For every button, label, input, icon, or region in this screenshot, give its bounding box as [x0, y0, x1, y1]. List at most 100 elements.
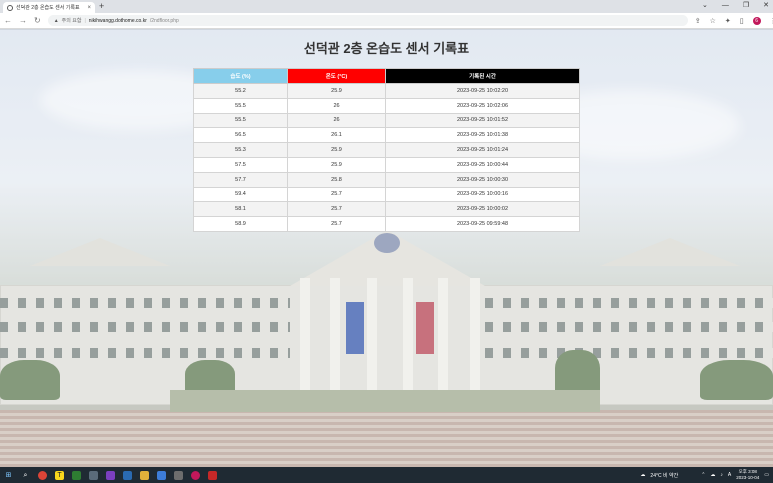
app-icon[interactable]	[89, 470, 98, 480]
reload-button[interactable]: ↻	[34, 16, 41, 26]
extensions-icon[interactable]: ✦	[725, 17, 731, 25]
humidity-cell: 55.2	[193, 83, 288, 99]
clock-date: 2023-10-04	[736, 475, 760, 480]
humidity-cell: 57.5	[193, 156, 288, 173]
weather-text[interactable]: 24°C 비 약간	[650, 472, 678, 479]
globe-icon	[7, 4, 13, 11]
app-icon[interactable]	[208, 470, 217, 480]
warning-icon[interactable]: ▲	[54, 18, 59, 24]
tray-overflow-icon[interactable]: ⌃	[701, 472, 705, 478]
table-row: 58.9 25.7 2023-09-25 09:59:48	[193, 216, 580, 232]
ime-icon[interactable]: A	[728, 472, 731, 478]
browser-tab[interactable]: 선덕관 2층 온습도 센서 기록표 ×	[3, 2, 95, 13]
back-button[interactable]: ←	[4, 16, 12, 26]
table-row: 57.5 25.9 2023-09-25 10:00:44	[193, 156, 580, 173]
humidity-cell: 59.4	[193, 186, 288, 203]
tab-search-icon[interactable]: ⌄	[702, 1, 708, 11]
network-icon[interactable]: ☁	[710, 472, 715, 478]
menu-icon[interactable]: ⋮	[770, 17, 773, 25]
table-row: 58.1 25.7 2023-09-25 10:00:02	[193, 201, 580, 218]
recorded-time-cell: 2023-09-25 10:00:44	[385, 156, 580, 173]
humidity-cell: 55.5	[193, 97, 288, 114]
humidity-cell: 55.5	[193, 112, 288, 129]
search-icon[interactable]: ⌕	[21, 471, 30, 480]
recorded-time-cell: 2023-09-25 10:01:52	[385, 112, 580, 129]
volume-icon[interactable]: ♪	[720, 472, 723, 478]
temperature-cell: 25.9	[287, 83, 386, 99]
clock[interactable]: 오후 3:08 2023-10-04	[736, 469, 759, 481]
recorded-time-header: 기록된 시간	[385, 68, 580, 84]
temperature-cell: 25.7	[287, 186, 386, 203]
temperature-cell: 25.9	[287, 142, 386, 158]
table-row: 55.5 26 2023-09-25 10:02:06	[193, 97, 580, 114]
recorded-time-cell: 2023-09-25 10:01:38	[385, 127, 580, 144]
system-tray: ☁ 24°C 비 약간 ⌃ ☁ ♪ A 오후 3:08 2023-10-04 ▭	[640, 469, 769, 481]
url-path: /2ndfloor.php	[149, 17, 179, 24]
file-explorer-icon[interactable]	[140, 470, 149, 480]
recorded-time-cell: 2023-09-25 10:00:02	[385, 201, 580, 218]
humidity-cell: 58.9	[193, 216, 288, 232]
humidity-cell: 55.3	[193, 142, 288, 158]
humidity-cell: 57.7	[193, 171, 288, 188]
sensor-table: 습도 (%) 온도 (°C) 기록된 시간 55.2 25.9 2023-09-25…	[193, 68, 580, 232]
app-icon[interactable]	[191, 470, 200, 480]
taskbar: ⊞ ⌕ T ☁ 24°C 비 약간 ⌃ ☁ ♪ A 오후 3:08 2023-1…	[0, 467, 773, 483]
security-label[interactable]: 주의 요함	[62, 17, 82, 24]
temperature-cell: 26	[287, 112, 386, 129]
weather-icon[interactable]: ☁	[640, 472, 645, 478]
window-controls: ⌄ — ❐ ✕	[702, 1, 769, 11]
table-row: 55.5 26 2023-09-25 10:01:52	[193, 112, 580, 129]
recorded-time-cell: 2023-09-25 10:02:06	[385, 97, 580, 114]
tab-strip: 선덕관 2층 온습도 센서 기록표 × + ⌄ — ❐ ✕	[0, 0, 773, 13]
kakaotalk-icon[interactable]: T	[55, 470, 64, 480]
recorded-time-cell: 2023-09-25 09:59:48	[385, 216, 580, 232]
share-icon[interactable]: ⇪	[695, 17, 701, 25]
chrome-icon[interactable]	[38, 470, 47, 480]
tab-title: 선덕관 2층 온습도 센서 기록표	[16, 5, 80, 11]
recorded-time-cell: 2023-09-25 10:00:16	[385, 186, 580, 203]
star-icon[interactable]: ☆	[710, 17, 716, 25]
close-window-button[interactable]: ✕	[763, 1, 769, 11]
table-header-row: 습도 (%) 온도 (°C) 기록된 시간	[193, 68, 580, 84]
table-row: 56.5 26.1 2023-09-25 10:01:38	[193, 127, 580, 144]
toolbar-actions: ⇪ ☆ ✦ ▯ 6 ⋮	[695, 16, 773, 25]
page-title: 선덕관 2층 온습도 센서 기록표	[303, 41, 470, 56]
url-host: nikihwangg.dothome.co.kr	[88, 17, 147, 24]
app-icon[interactable]	[174, 470, 183, 480]
visual-studio-icon[interactable]	[106, 470, 115, 480]
address-separator: |	[84, 17, 86, 24]
recorded-time-cell: 2023-09-25 10:00:30	[385, 171, 580, 188]
table-row: 55.3 25.9 2023-09-25 10:01:24	[193, 142, 580, 158]
table-row: 59.4 25.7 2023-09-25 10:00:16	[193, 186, 580, 203]
temperature-cell: 25.9	[287, 156, 386, 173]
recorded-time-cell: 2023-09-25 10:01:24	[385, 142, 580, 158]
notification-icon[interactable]: ▭	[764, 472, 769, 478]
temperature-cell: 26.1	[287, 127, 386, 144]
temperature-cell: 26	[287, 97, 386, 114]
temperature-cell: 25.7	[287, 201, 386, 218]
maximize-button[interactable]: ❐	[743, 1, 749, 11]
forward-button[interactable]: →	[19, 16, 27, 26]
sidebar-icon[interactable]: ▯	[740, 17, 744, 25]
temperature-header: 온도 (°C)	[287, 68, 386, 84]
close-tab-icon[interactable]: ×	[87, 5, 91, 11]
minimize-button[interactable]: —	[722, 1, 729, 11]
table-row: 55.2 25.9 2023-09-25 10:02:20	[193, 83, 580, 99]
profile-icon[interactable]: 6	[752, 16, 761, 25]
browser-toolbar: ← → ↻ ▲ 주의 요함 | nikihwangg.dothome.co.kr…	[0, 13, 773, 29]
new-tab-button[interactable]: +	[99, 2, 104, 11]
address-bar[interactable]: ▲ 주의 요함 | nikihwangg.dothome.co.kr/2ndfl…	[47, 15, 688, 26]
notepad-icon[interactable]	[157, 470, 166, 480]
humidity-cell: 58.1	[193, 201, 288, 218]
temperature-cell: 25.7	[287, 216, 386, 232]
app-icon[interactable]	[123, 470, 132, 480]
page-content: 선덕관 2층 온습도 센서 기록표 습도 (%) 온도 (°C) 기록된 시간 …	[0, 30, 773, 467]
humidity-cell: 56.5	[193, 127, 288, 144]
recorded-time-cell: 2023-09-25 10:02:20	[385, 83, 580, 99]
table-row: 57.7 25.8 2023-09-25 10:00:30	[193, 171, 580, 188]
table-body: 55.2 25.9 2023-09-25 10:02:20 55.5 26 2023-09…	[193, 83, 580, 232]
windows-start-icon[interactable]: ⊞	[4, 471, 13, 480]
temperature-cell: 25.8	[287, 171, 386, 188]
app-icon[interactable]	[72, 470, 81, 480]
humidity-header: 습도 (%)	[193, 68, 288, 84]
